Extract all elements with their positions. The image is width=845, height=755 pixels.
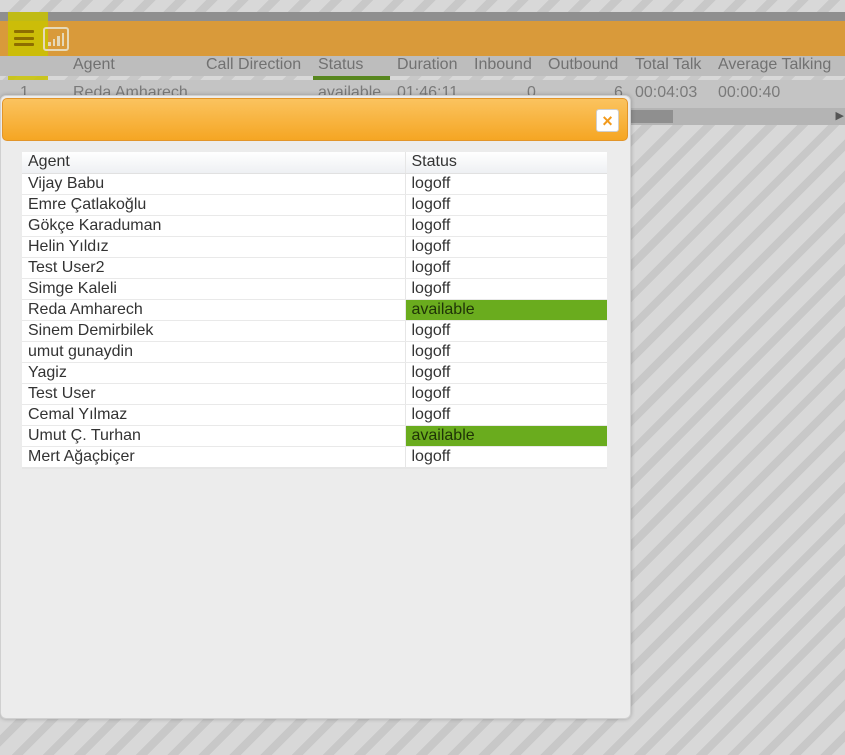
agent-name-cell: Yagiz (22, 362, 406, 384)
status-cell: logoff (405, 404, 607, 426)
table-row[interactable]: umut gunaydin logoff (22, 341, 607, 363)
toolbar (0, 12, 845, 56)
agent-name-cell: Test User2 (22, 257, 406, 279)
close-icon[interactable]: × (596, 109, 619, 132)
dialog-titlebar[interactable]: × (2, 98, 628, 141)
col-average-talking[interactable]: Average Talking (718, 56, 831, 74)
table-row[interactable]: Test User logoff (22, 383, 607, 405)
table-row[interactable]: Test User2 logoff (22, 257, 607, 279)
status-cell: logoff (405, 362, 607, 384)
status-cell: logoff (405, 383, 607, 405)
agent-name-cell: Sinem Demirbilek (22, 320, 406, 342)
status-cell: logoff (405, 257, 607, 279)
agent-name-cell: Vijay Babu (22, 173, 406, 195)
table-row[interactable]: Mert Ağaçbiçer logoff (22, 446, 607, 469)
col-call-direction[interactable]: Call Direction (206, 56, 301, 74)
agents-grid-header: Agent Call Direction Status Duration Inb… (0, 56, 845, 76)
col-status[interactable]: Status (318, 56, 363, 74)
table-row[interactable]: Reda Amharech available (22, 299, 607, 321)
row-average-talking: 00:00:40 (718, 84, 781, 101)
scroll-right-icon[interactable]: ▶ (836, 109, 844, 122)
table-row[interactable]: Gökçe Karaduman logoff (22, 215, 607, 237)
status-cell: logoff (405, 278, 607, 300)
col-duration[interactable]: Duration (397, 56, 457, 74)
table-row[interactable]: Yagiz logoff (22, 362, 607, 384)
agent-name-cell: Test User (22, 383, 406, 405)
table-row[interactable]: Cemal Yılmaz logoff (22, 404, 607, 426)
column-header-agent[interactable]: Agent (22, 152, 406, 174)
chart-icon[interactable] (43, 27, 69, 51)
col-total-talk[interactable]: Total Talk (635, 56, 701, 74)
agent-name-cell: Helin Yıldız (22, 236, 406, 258)
agent-status-table: Agent Status Vijay Babu logoff Emre Çatlak… (22, 152, 607, 469)
agent-name-cell: umut gunaydin (22, 341, 406, 363)
status-cell: logoff (405, 341, 607, 363)
column-header-status[interactable]: Status (405, 152, 607, 174)
agent-name-cell: Gökçe Karaduman (22, 215, 406, 237)
table-row[interactable]: Simge Kaleli logoff (22, 278, 607, 300)
agent-name-cell: Simge Kaleli (22, 278, 406, 300)
table-row[interactable]: Helin Yıldız logoff (22, 236, 607, 258)
agent-status-dialog: × Agent Status Vijay Babu logoff Emre Çatl… (0, 95, 631, 719)
status-cell: logoff (405, 215, 607, 237)
agent-name-cell: Umut Ç. Turhan (22, 425, 406, 447)
table-row[interactable]: Sinem Demirbilek logoff (22, 320, 607, 342)
table-header-row: Agent Status (22, 152, 607, 174)
col-agent[interactable]: Agent (73, 56, 115, 74)
horizontal-scrollbar[interactable]: ▶ (600, 108, 845, 125)
table-row[interactable]: Emre Çatlakoğlu logoff (22, 194, 607, 216)
table-row[interactable]: Umut Ç. Turhan available (22, 425, 607, 447)
agent-name-cell: Emre Çatlakoğlu (22, 194, 406, 216)
status-cell: logoff (405, 320, 607, 342)
agent-name-cell: Cemal Yılmaz (22, 404, 406, 426)
status-cell: logoff (405, 446, 607, 469)
col-inbound[interactable]: Inbound (474, 56, 532, 74)
col-outbound[interactable]: Outbound (548, 56, 618, 74)
menu-icon (14, 30, 34, 46)
status-cell: logoff (405, 173, 607, 195)
status-cell: logoff (405, 236, 607, 258)
status-cell: available (405, 425, 607, 447)
status-cell: available (405, 299, 607, 321)
row-total-talk: 00:04:03 (635, 84, 698, 101)
agent-name-cell: Reda Amharech (22, 299, 406, 321)
table-row[interactable]: Vijay Babu logoff (22, 173, 607, 195)
status-cell: logoff (405, 194, 607, 216)
agent-name-cell: Mert Ağaçbiçer (22, 446, 406, 469)
